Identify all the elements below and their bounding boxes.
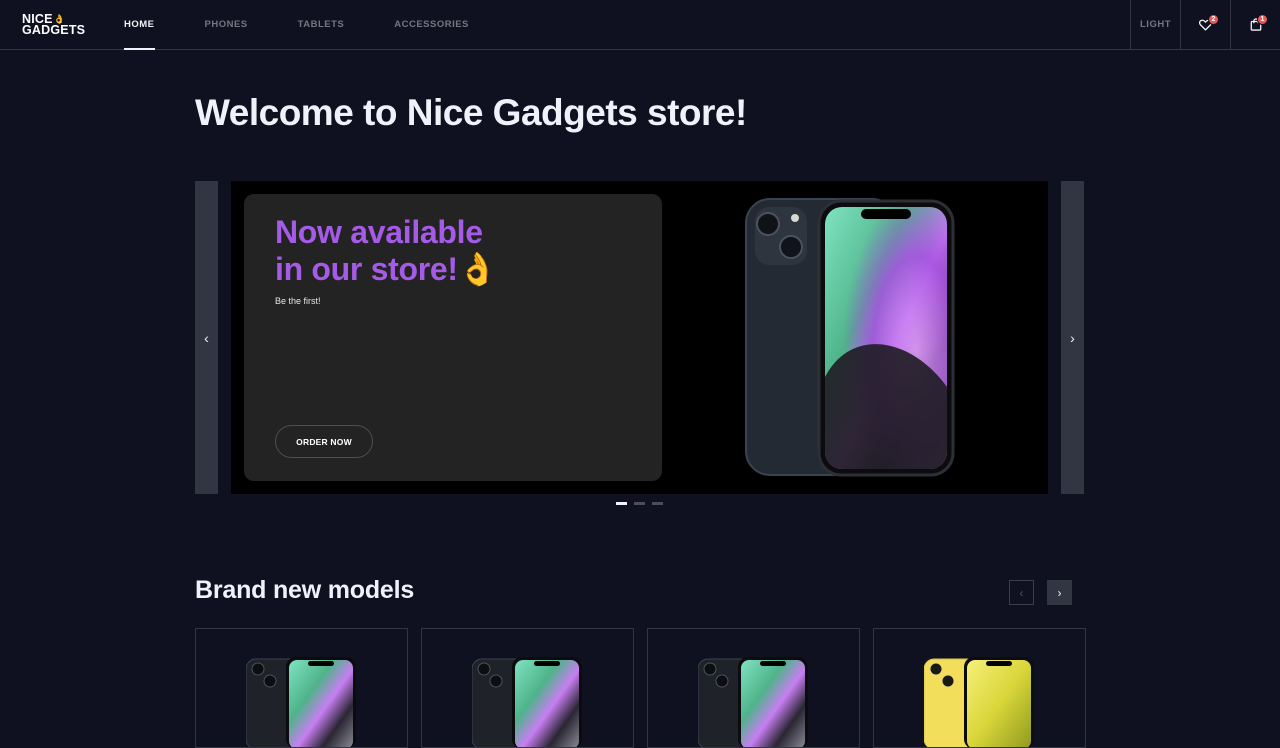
chevron-right-icon: › xyxy=(1057,585,1062,600)
phone-product-image xyxy=(246,657,356,747)
header-actions: LIGHT 2 1 xyxy=(1130,0,1280,49)
slider-prev-button[interactable]: ‹ xyxy=(195,181,218,494)
promo-headline-line2: in our store! xyxy=(275,251,458,287)
nav-phones[interactable]: PHONES xyxy=(205,0,248,49)
logo[interactable]: NICE 👌 GADGETS xyxy=(22,0,106,49)
models-next-button[interactable]: › xyxy=(1047,580,1072,605)
models-prev-button[interactable]: ‹ xyxy=(1009,580,1034,605)
slider-pagination xyxy=(616,502,663,505)
top-navbar: NICE 👌 GADGETS HOME PHONES TABLETS ACCESS… xyxy=(0,0,1280,50)
promo-card: Now available in our store!👌 Be the first… xyxy=(244,194,662,481)
nav-home[interactable]: HOME xyxy=(124,0,155,50)
promo-banner[interactable]: Now available in our store!👌 Be the first… xyxy=(231,181,1048,494)
page-title: Welcome to Nice Gadgets store! xyxy=(195,92,747,133)
slider-dot-3[interactable] xyxy=(652,502,663,505)
logo-text-gadgets: GADGETS xyxy=(22,22,86,37)
main-nav: HOME PHONES TABLETS ACCESSORIES xyxy=(116,0,519,50)
theme-toggle-button[interactable]: LIGHT xyxy=(1130,0,1180,49)
section-title-new-models: Brand new models xyxy=(195,576,415,604)
promo-headline-line1: Now available xyxy=(275,214,483,250)
order-now-button[interactable]: ORDER NOW xyxy=(275,425,373,458)
promo-headline: Now available in our store!👌 xyxy=(275,214,498,288)
promo-subtitle: Be the first! xyxy=(275,296,321,306)
slider-dot-2[interactable] xyxy=(634,502,645,505)
favourites-count-badge: 2 xyxy=(1208,14,1219,25)
favourites-button[interactable]: 2 xyxy=(1180,0,1230,49)
product-card[interactable] xyxy=(421,628,634,748)
chevron-left-icon: ‹ xyxy=(1019,585,1024,600)
phone-product-image xyxy=(924,657,1034,747)
phone-product-image xyxy=(745,198,955,477)
nav-tablets[interactable]: TABLETS xyxy=(298,0,345,49)
chevron-left-icon: ‹ xyxy=(204,329,209,346)
product-card[interactable] xyxy=(873,628,1086,748)
phone-product-image xyxy=(472,657,582,747)
cart-count-badge: 1 xyxy=(1257,14,1268,25)
phone-product-image xyxy=(698,657,808,747)
product-card[interactable] xyxy=(647,628,860,748)
nav-accessories[interactable]: ACCESSORIES xyxy=(394,0,469,49)
ok-hand-icon: 👌 xyxy=(457,251,498,287)
slider-next-button[interactable]: › xyxy=(1061,181,1084,494)
slider-dot-1[interactable] xyxy=(616,502,627,505)
product-carousel xyxy=(195,628,1086,748)
product-card[interactable] xyxy=(195,628,408,748)
cart-button[interactable]: 1 xyxy=(1230,0,1280,49)
chevron-right-icon: › xyxy=(1070,329,1075,346)
